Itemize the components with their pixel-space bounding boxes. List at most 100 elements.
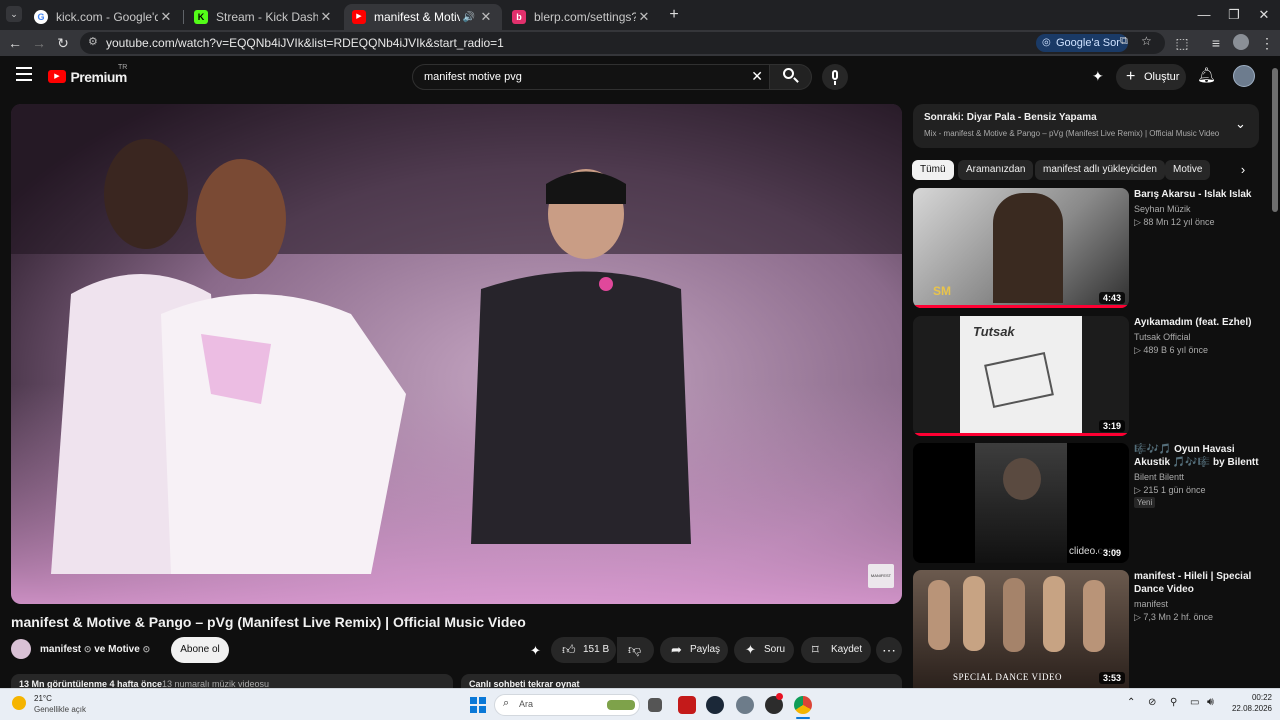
chip-motive[interactable]: Motive [1165, 160, 1211, 180]
site-info-icon[interactable]: ⚙ [88, 35, 98, 48]
youtube-premium-logo[interactable]: ▶ Premium TR [48, 64, 127, 86]
tab-youtube-video[interactable]: ▶ manifest & Motive & Pango 🔊 ✕ [344, 4, 502, 30]
display-icon[interactable]: ▭ [1190, 697, 1199, 708]
tab-kick-dashboard[interactable]: K Stream - Kick Dashboard ✕ [186, 4, 342, 30]
tab-search-button[interactable]: ⌄ [6, 6, 22, 22]
account-avatar[interactable] [1233, 65, 1255, 87]
voice-search-button[interactable] [822, 64, 848, 90]
install-app-icon[interactable]: ⧉ [1120, 35, 1128, 48]
related-channel[interactable]: manifest [1134, 599, 1168, 609]
related-title[interactable]: Barış Akarsu - Islak Islak [1134, 188, 1264, 201]
video-duration: 3:53 [1098, 672, 1125, 684]
chrome-menu-icon[interactable]: ⋮ [1257, 33, 1277, 53]
create-button[interactable]: + Oluştur [1116, 64, 1186, 90]
related-thumbnail[interactable]: clideo.com 3:09 [913, 443, 1129, 563]
scrollbar-thumb[interactable] [1272, 68, 1278, 212]
valorant-icon[interactable] [678, 696, 696, 714]
ask-button[interactable]: ✦ Soru [734, 637, 794, 663]
playlist-up-next[interactable]: Sonraki: Diyar Pala - Bensiz Yapama Mix … [913, 104, 1259, 148]
chat-replay-panel[interactable]: Canlı sohbeti tekrar oynat [461, 674, 902, 688]
chip-all[interactable]: Tümü [912, 160, 954, 180]
chat-replay-label: Canlı sohbeti tekrar oynat [469, 679, 580, 688]
url-text[interactable]: youtube.com/watch?v=EQQNb4iJVIk&list=RDE… [106, 36, 504, 50]
weather-widget[interactable]: 21°C Genellikle açık [12, 694, 102, 716]
search-button[interactable] [770, 64, 812, 90]
hamburger-menu-icon[interactable] [16, 67, 32, 81]
tab-title: kick.com - Google'da Ara [56, 10, 158, 24]
related-channel[interactable]: Seyhan Müzik [1134, 204, 1191, 214]
volume-icon[interactable]: 🔊︎ [1207, 696, 1214, 709]
new-tab-button[interactable]: + [664, 5, 684, 25]
steam-icon[interactable] [706, 696, 724, 714]
share-button[interactable]: ➦ Paylaş [660, 637, 728, 663]
close-icon[interactable]: ✕ [478, 9, 494, 25]
search-input[interactable]: manifest motive pvg ✕ [412, 64, 770, 90]
search-query[interactable]: manifest motive pvg [424, 71, 522, 83]
magic-wand-icon[interactable]: ✦ [530, 643, 541, 659]
page-scrollbar[interactable] [1270, 60, 1280, 688]
taskbar-search[interactable]: ⌕ Ara [494, 694, 640, 716]
youtube-icon: ▶ [352, 10, 366, 24]
profile-avatar[interactable] [1233, 34, 1249, 50]
google-ask-button[interactable]: ◎ Google'a Sor [1036, 34, 1128, 52]
chrome-active-indicator [796, 717, 810, 719]
settings-gear-icon[interactable] [736, 696, 754, 714]
extensions-icon[interactable]: ⬚ [1172, 33, 1192, 53]
related-thumbnail[interactable]: SM 4:43 [913, 188, 1129, 308]
reload-icon[interactable]: ↻ [53, 33, 73, 53]
bookmark-icon: ⌑ [812, 642, 819, 657]
channel-watermark[interactable]: MANIFEST [868, 564, 894, 588]
chip-from-search[interactable]: Aramanızdan [958, 160, 1034, 180]
verified-icon: ⊙ [142, 644, 151, 654]
close-icon[interactable]: ✕ [158, 9, 174, 25]
tray-overflow-icon[interactable]: ⌃ [1127, 697, 1135, 708]
address-bar[interactable]: ⚙ youtube.com/watch?v=EQQNb4iJVIk&list=R… [80, 32, 1165, 54]
channel-avatar[interactable] [11, 639, 31, 659]
related-thumbnail[interactable]: Tutsak 3:19 [913, 316, 1129, 436]
tab-blerp-settings[interactable]: b blerp.com/settings?settingsTyp ✕ [504, 4, 660, 30]
chrome-icon[interactable] [794, 696, 812, 714]
related-channel[interactable]: Bilent Bilentt [1134, 472, 1184, 482]
window-close-button[interactable]: ✕ [1244, 4, 1280, 26]
chevron-down-icon[interactable]: ⌄ [1235, 116, 1246, 132]
speaker-icon[interactable]: 🔊 [463, 12, 475, 23]
microphone-icon [832, 70, 838, 80]
related-title[interactable]: manifest - Hileli | Special Dance Video [1134, 570, 1264, 596]
close-icon[interactable]: ✕ [636, 9, 652, 25]
start-button[interactable] [470, 697, 486, 713]
save-label: Kaydet [831, 644, 863, 655]
task-view-icon[interactable] [648, 698, 662, 712]
tab-google-search[interactable]: G kick.com - Google'da Ara ✕ [26, 4, 182, 30]
channel-name[interactable]: manifest [40, 644, 81, 655]
related-title[interactable]: Ayıkamadım (feat. Ezhel) [1134, 316, 1264, 329]
more-actions-button[interactable]: ⋯ [876, 637, 902, 663]
browser-toolbar: ← → ↻ ⚙ youtube.com/watch?v=EQQNb4iJVIk&… [0, 30, 1280, 56]
clear-search-icon[interactable]: ✕ [751, 68, 763, 85]
like-button[interactable]: 👍︎ 151 B [551, 637, 616, 663]
bookmark-star-icon[interactable]: ☆ [1141, 34, 1152, 48]
forward-icon[interactable]: → [29, 33, 49, 53]
thumbnail-logo: SM [933, 284, 951, 298]
browser-tab-strip: ⌄ G kick.com - Google'da Ara ✕ K Stream … [0, 0, 1280, 30]
notifications-bell-icon[interactable]: 🔔︎ [1197, 66, 1216, 84]
chevron-right-icon[interactable]: › [1234, 160, 1252, 180]
reading-list-icon[interactable]: ≡ [1206, 33, 1226, 53]
vpn-icon[interactable]: ⚲ [1170, 697, 1177, 708]
description-box[interactable]: 13 Mn görüntülenme 4 hafta önce 13 numar… [11, 674, 453, 688]
related-title[interactable]: 🎼🎶🎵 Oyun Havasi Akustik 🎵🎶🎼 by Bilentt [1134, 443, 1264, 469]
video-player[interactable]: MANIFEST [11, 104, 902, 604]
chip-from-uploader[interactable]: manifest adlı yükleyiciden [1035, 160, 1165, 180]
back-icon[interactable]: ← [5, 33, 25, 53]
save-button[interactable]: ⌑ Kaydet [801, 637, 871, 663]
related-thumbnail[interactable]: SPECIAL DANCE VIDEO 3:53 [913, 570, 1129, 688]
magic-wand-icon[interactable]: ✦ [1092, 68, 1104, 85]
subscribe-button[interactable]: Abone ol [171, 637, 229, 663]
related-channel[interactable]: Tutsak Official [1134, 332, 1191, 342]
channel-collab[interactable]: ve Motive [94, 644, 140, 655]
dislike-button[interactable]: 👎︎ [617, 637, 654, 663]
up-next-subtitle: Mix - manifest & Motive & Pango – pVg (M… [924, 129, 1220, 138]
close-icon[interactable]: ✕ [318, 9, 334, 25]
network-off-icon[interactable]: ⊘ [1148, 697, 1156, 708]
channel-names[interactable]: manifest ⊙ ve Motive ⊙ [40, 644, 150, 655]
clock[interactable]: 00:22 22.08.2026 [1222, 693, 1272, 713]
